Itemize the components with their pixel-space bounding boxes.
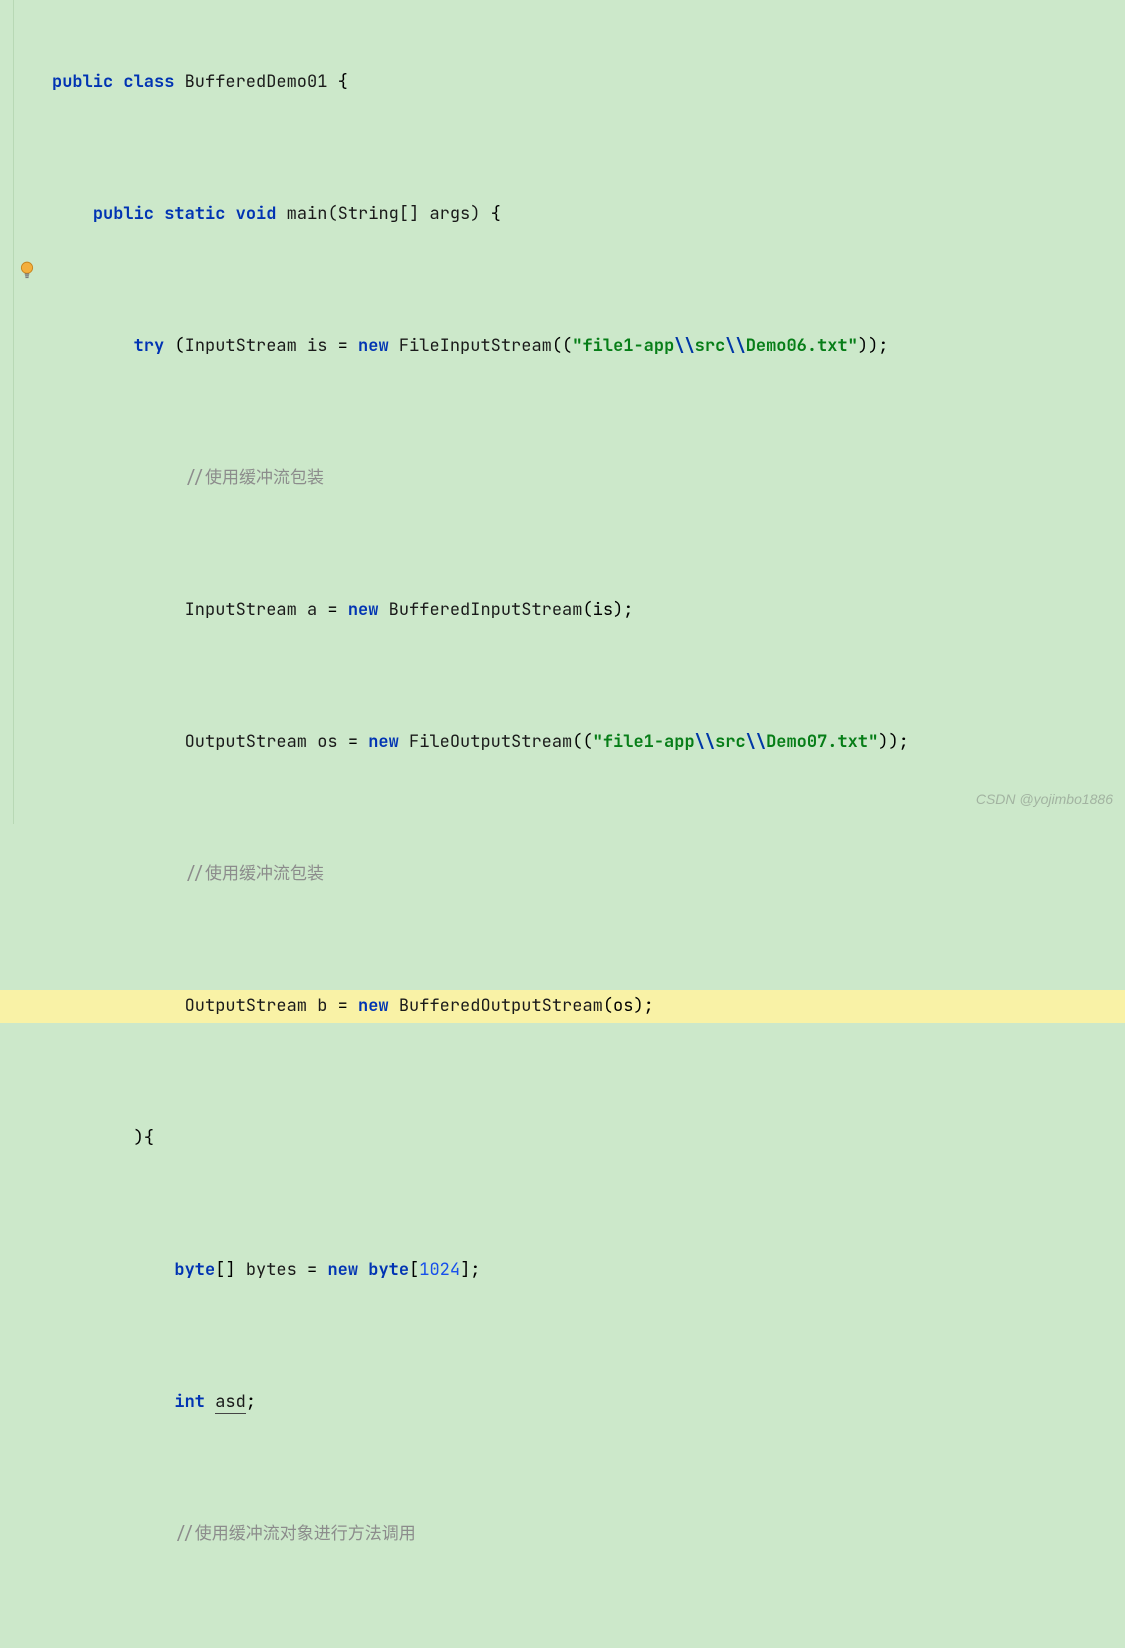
- escape: \\: [746, 731, 766, 753]
- type: InputStream: [185, 599, 297, 621]
- var: is: [307, 335, 327, 357]
- string: src: [715, 731, 746, 753]
- type: OutputStream: [185, 995, 307, 1017]
- code-editor[interactable]: public class BufferedDemo01 { public sta…: [0, 0, 1125, 824]
- type: BufferedInputStream: [389, 599, 583, 621]
- keyword: try: [134, 335, 165, 357]
- escape: \\: [725, 335, 745, 357]
- keyword: int: [174, 1391, 205, 1413]
- highlighted-line[interactable]: OutputStream b = new BufferedOutputStrea…: [44, 990, 1125, 1023]
- var: bytes: [246, 1259, 297, 1281]
- keyword: new: [327, 1259, 358, 1281]
- op: =: [338, 995, 348, 1017]
- comment: //使用缓冲流对象进行方法调用: [174, 1523, 415, 1545]
- keyword: byte: [174, 1259, 215, 1281]
- number: 1024: [419, 1259, 460, 1281]
- op: =: [338, 335, 348, 357]
- string: Demo07.txt": [766, 731, 878, 753]
- type: BufferedOutputStream: [399, 995, 603, 1017]
- var: asd: [215, 1391, 246, 1414]
- var: b: [317, 995, 327, 1017]
- keyword: public: [52, 71, 113, 93]
- op: =: [307, 1259, 317, 1281]
- comment: //使用缓冲流包装: [185, 467, 324, 489]
- var: os: [317, 731, 337, 753]
- keyword: public: [93, 203, 154, 225]
- var: a: [307, 599, 317, 621]
- type: OutputStream: [185, 731, 307, 753]
- params: (String[] args): [327, 203, 480, 225]
- op: =: [327, 599, 337, 621]
- escape: \\: [674, 335, 694, 357]
- string: "file1-app: [593, 731, 695, 753]
- class-name: BufferedDemo01: [185, 71, 328, 93]
- keyword: new: [368, 731, 399, 753]
- method-name: main: [287, 203, 328, 225]
- string: "file1-app: [572, 335, 674, 357]
- keyword: new: [348, 599, 379, 621]
- keyword: new: [358, 995, 389, 1017]
- op: =: [348, 731, 358, 753]
- keyword: new: [358, 335, 389, 357]
- escape: \\: [695, 731, 715, 753]
- type: FileInputStream: [399, 335, 552, 357]
- string: Demo06.txt": [746, 335, 858, 357]
- keyword: static: [164, 203, 225, 225]
- watermark: CSDN @yojimbo1886: [976, 783, 1113, 816]
- keyword: class: [123, 71, 174, 93]
- keyword: byte: [368, 1259, 409, 1281]
- type: InputStream: [185, 335, 297, 357]
- comment: //使用缓冲流包装: [185, 863, 324, 885]
- type: FileOutputStream: [409, 731, 572, 753]
- keyword: void: [236, 203, 277, 225]
- string: src: [695, 335, 726, 357]
